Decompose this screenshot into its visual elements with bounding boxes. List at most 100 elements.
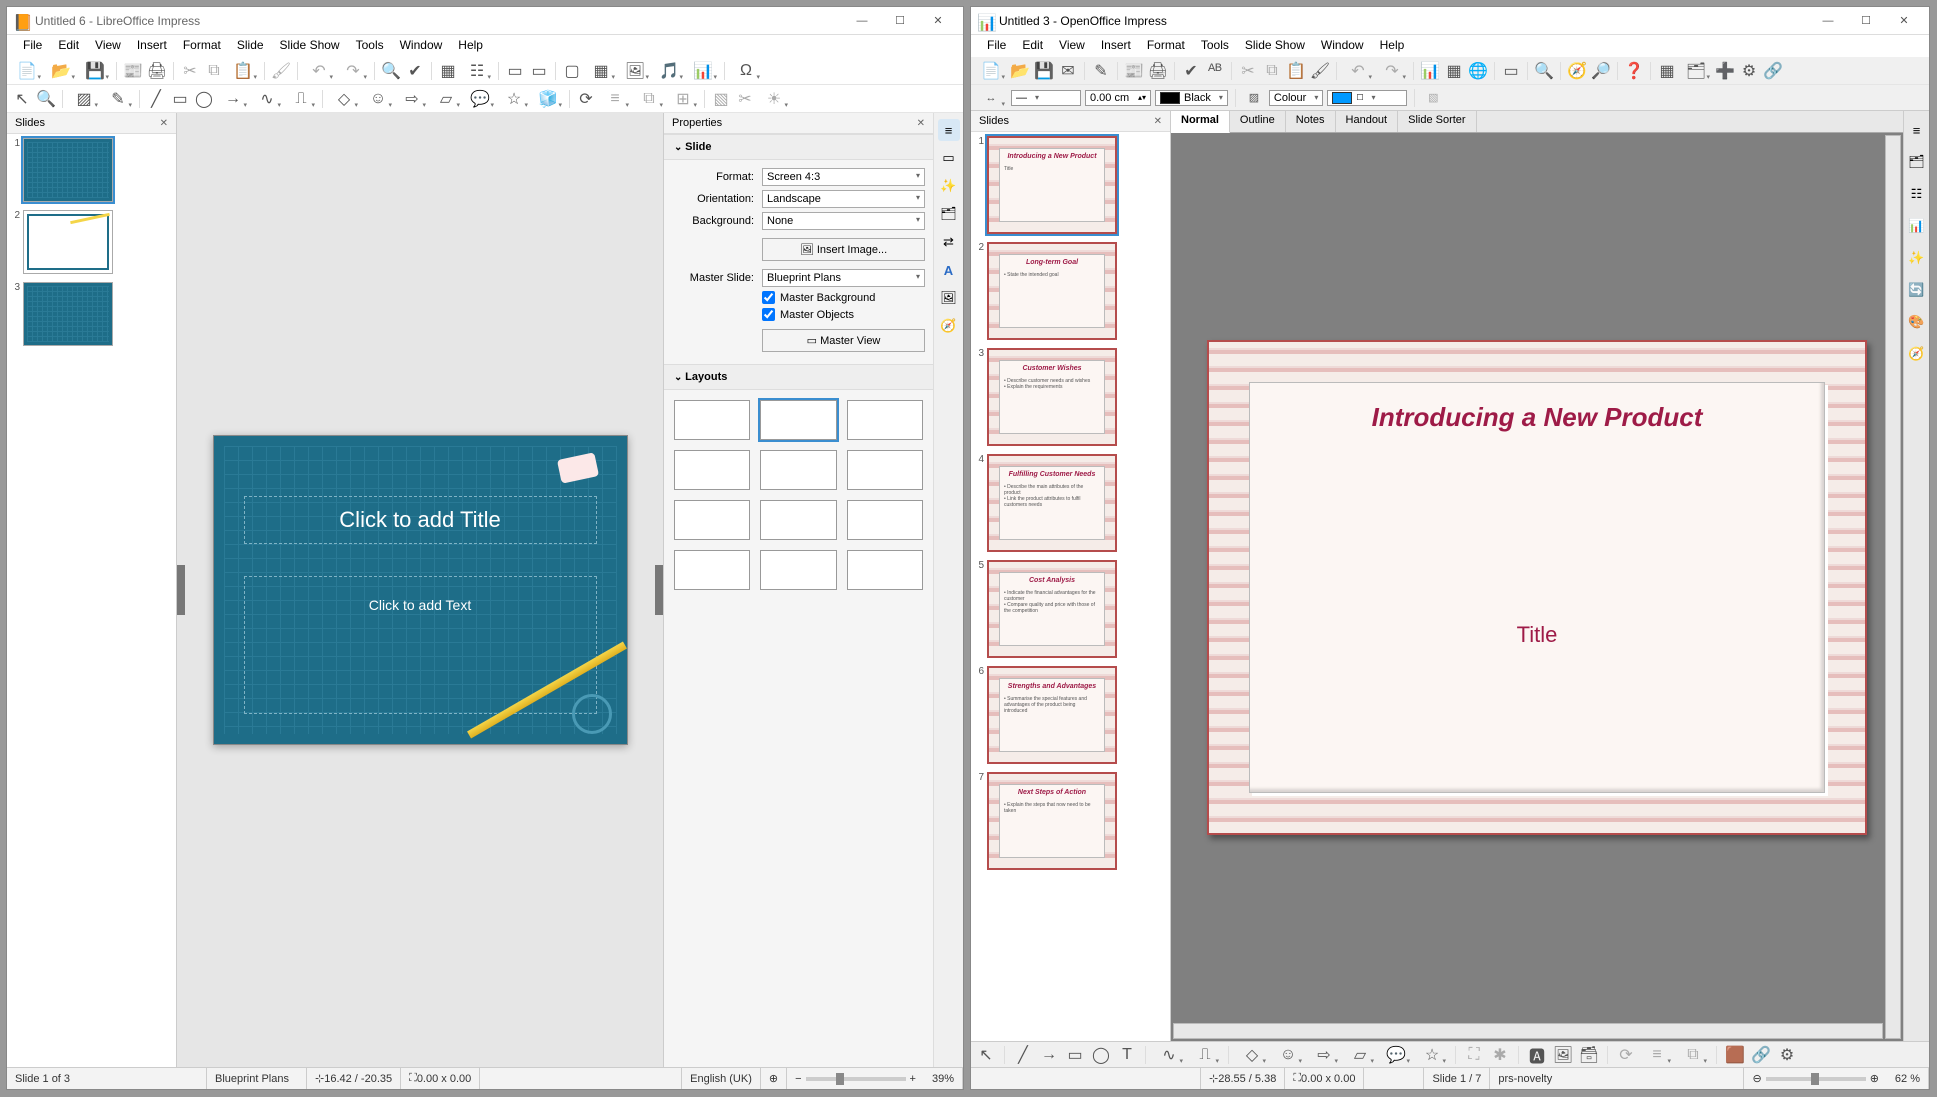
status-zoom[interactable]: 39% (924, 1068, 963, 1089)
menu-insert[interactable]: Insert (1093, 35, 1139, 57)
rotate-tool[interactable]: ⟳ (575, 88, 597, 110)
zoom-button[interactable]: 🔎 (1590, 60, 1612, 82)
animation-tool[interactable]: ⚙ (1776, 1044, 1798, 1066)
master-pages-tab-icon[interactable]: 🗂 (1906, 151, 1928, 173)
crop-tool[interactable]: ✂ (734, 88, 756, 110)
line-color-button[interactable]: ✎ (102, 88, 134, 110)
line-tool[interactable]: ╱ (1012, 1044, 1034, 1066)
help-button[interactable]: ❓ (1623, 60, 1645, 82)
new-slide-button[interactable]: ➕ (1714, 60, 1736, 82)
menu-help[interactable]: Help (450, 35, 491, 57)
properties-close-icon[interactable]: ✕ (917, 118, 925, 129)
autospell-button[interactable]: ᴬᴮ (1204, 60, 1226, 82)
title-placeholder[interactable]: Click to add Title (244, 496, 597, 544)
maximize-button[interactable]: ☐ (881, 8, 919, 34)
paste-button[interactable]: 📋 (227, 60, 259, 82)
slide-design-button[interactable]: 🗂 (1680, 60, 1712, 82)
flowchart-tool[interactable]: ▱ (1344, 1044, 1376, 1066)
panel-splitter-right[interactable] (655, 565, 663, 615)
title-text[interactable]: Introducing a New Product (1269, 402, 1805, 433)
slide-editor[interactable]: Click to add Title Click to add Text (177, 113, 663, 1067)
flowchart-tool[interactable]: ▱ (430, 88, 462, 110)
distribute-tool[interactable]: ⊞ (667, 88, 699, 110)
filter-tool[interactable]: ☀ (758, 88, 790, 110)
insert-table-button[interactable]: ▦ (585, 60, 617, 82)
menu-view[interactable]: View (87, 35, 129, 57)
gallery-tab-icon[interactable]: 🖼 (938, 287, 960, 309)
line-style-select[interactable]: — (1011, 90, 1081, 106)
slides-panel-close-icon[interactable]: ✕ (160, 118, 168, 129)
insert-textbox-button[interactable]: ▢ (561, 60, 583, 82)
email-button[interactable]: ✉ (1057, 60, 1079, 82)
layout-8[interactable] (760, 500, 836, 540)
extrusion-tool[interactable]: 🟫 (1724, 1044, 1746, 1066)
paste-button[interactable]: 📋 (1285, 60, 1307, 82)
layout-title-2content[interactable] (847, 400, 923, 440)
slide-canvas[interactable]: Introducing a New Product Title (1207, 340, 1867, 835)
arrow-style-button[interactable]: ↔ (975, 87, 1007, 109)
rect-tool[interactable]: ▭ (1064, 1044, 1086, 1066)
properties-tab-icon[interactable]: ≡ (1906, 119, 1928, 141)
tab-normal[interactable]: Normal (1171, 111, 1230, 133)
slide-thumb-5[interactable]: 5 Cost Analysis• Indicate the financial … (975, 560, 1166, 658)
spellcheck-button[interactable]: ✔ (1180, 60, 1202, 82)
menu-insert[interactable]: Insert (129, 35, 175, 57)
shadow-button[interactable]: ▧ (1422, 87, 1444, 109)
custom-animation-tab-icon[interactable]: ✨ (1906, 247, 1928, 269)
layout-title-content[interactable] (760, 400, 836, 440)
symbol-shapes-tool[interactable]: ☺ (1272, 1044, 1304, 1066)
slide-section-header[interactable]: Slide (664, 134, 933, 160)
redo-button[interactable]: ↷ (1376, 60, 1408, 82)
layout-12[interactable] (847, 550, 923, 590)
export-pdf-button[interactable]: 📰 (122, 60, 144, 82)
align-tool[interactable]: ≡ (599, 88, 631, 110)
slide-thumb-3[interactable]: 3 Customer Wishes• Describe customer nee… (975, 348, 1166, 446)
block-arrows-tool[interactable]: ⇨ (396, 88, 428, 110)
menu-window[interactable]: Window (1313, 35, 1372, 57)
insert-chart-button[interactable]: 📊 (687, 60, 719, 82)
master-slide-select[interactable]: Blueprint Plans (762, 269, 925, 287)
open-button[interactable]: 📂 (45, 60, 77, 82)
text-tool[interactable]: T (1116, 1044, 1138, 1066)
menu-view[interactable]: View (1051, 35, 1093, 57)
points-tool[interactable]: ⛶ (1463, 1044, 1485, 1066)
open-button[interactable]: 📂 (1009, 60, 1031, 82)
rect-tool[interactable]: ▭ (169, 88, 191, 110)
undo-button[interactable]: ↶ (1342, 60, 1374, 82)
layouts-section-header[interactable]: Layouts (664, 364, 933, 390)
find-button[interactable]: 🔍 (380, 60, 402, 82)
fit-page-icon[interactable]: ⊕ (761, 1068, 787, 1089)
undo-button[interactable]: ↶ (303, 60, 335, 82)
master-slides-tab-icon[interactable]: 🗂 (938, 203, 960, 225)
properties-tab-icon[interactable]: ≡ (938, 119, 960, 141)
slideshow-button[interactable]: ▭ (1500, 60, 1522, 82)
insert-av-button[interactable]: 🎵 (653, 60, 685, 82)
menu-window[interactable]: Window (392, 35, 451, 57)
menu-file[interactable]: File (979, 35, 1014, 57)
insert-image-button[interactable]: 🖼 Insert Image... (762, 238, 925, 261)
layout-11[interactable] (760, 550, 836, 590)
arrange-tool[interactable]: ⧉ (1677, 1044, 1709, 1066)
status-zoom[interactable]: 62 % (1887, 1068, 1929, 1089)
arrow-tool[interactable]: → (217, 88, 249, 110)
rotate-tool[interactable]: ⟳ (1615, 1044, 1637, 1066)
tab-notes[interactable]: Notes (1286, 111, 1336, 132)
menu-slide[interactable]: Slide (229, 35, 272, 57)
zoom-tool[interactable]: 🔍 (35, 88, 57, 110)
gallery-tool[interactable]: 🗃 (1578, 1044, 1600, 1066)
animation-tab-icon[interactable]: ✨ (938, 175, 960, 197)
menu-help[interactable]: Help (1372, 35, 1413, 57)
layout-6[interactable] (847, 450, 923, 490)
basic-shapes-tool[interactable]: ◇ (1236, 1044, 1268, 1066)
connector-tool[interactable]: ⎍ (285, 88, 317, 110)
line-color-select[interactable]: Black (1155, 90, 1228, 106)
layout-blank[interactable] (674, 400, 750, 440)
arrange-tool[interactable]: ⧉ (633, 88, 665, 110)
interaction-button[interactable]: 🔗 (1762, 60, 1784, 82)
fill-color-select[interactable]: ☐ (1327, 90, 1407, 106)
slide-thumb-2[interactable]: 2 Long-term Goal• State the intended goa… (975, 242, 1166, 340)
master-obj-checkbox[interactable] (762, 308, 775, 321)
spellcheck-button[interactable]: ✔ (404, 60, 426, 82)
layout-9[interactable] (847, 500, 923, 540)
background-select[interactable]: None (762, 212, 925, 230)
